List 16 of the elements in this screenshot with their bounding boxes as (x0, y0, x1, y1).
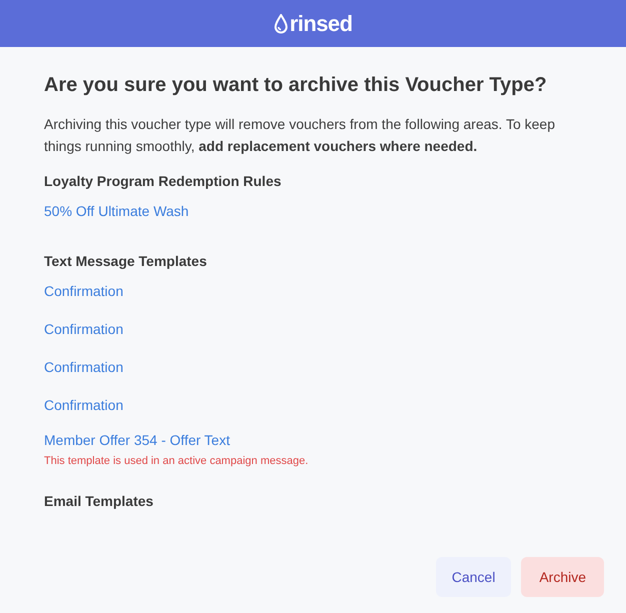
description-text: Archiving this voucher type will remove vouchers from the following areas. To keep things running smoothly, add replacement vouchers where needed. (44, 115, 556, 156)
item-link[interactable]: 50% Off Ultimate Wash (44, 203, 189, 219)
item-link[interactable]: Confirmation (44, 359, 124, 375)
section-heading: Text Message Templates (44, 252, 208, 271)
item-link[interactable]: Confirmation (44, 321, 124, 337)
dialog-title: Are you sure you want to archive this Voucher Type? (44, 73, 548, 98)
cancel-button[interactable]: Cancel (436, 557, 512, 597)
logo-text: rinsed (290, 12, 352, 34)
water-drop-icon (274, 14, 288, 34)
item-link[interactable]: Confirmation (44, 397, 124, 413)
section-heading: Loyalty Program Redemption Rules (44, 172, 282, 191)
item-link[interactable]: Confirmation (44, 283, 124, 299)
section-heading: Email Templates (44, 492, 154, 511)
archive-button[interactable]: Archive (521, 557, 604, 597)
item-link[interactable]: Member Offer 354 - Offer Text (44, 432, 230, 448)
warning-text: This template is used in an active campaign message. (44, 454, 310, 469)
